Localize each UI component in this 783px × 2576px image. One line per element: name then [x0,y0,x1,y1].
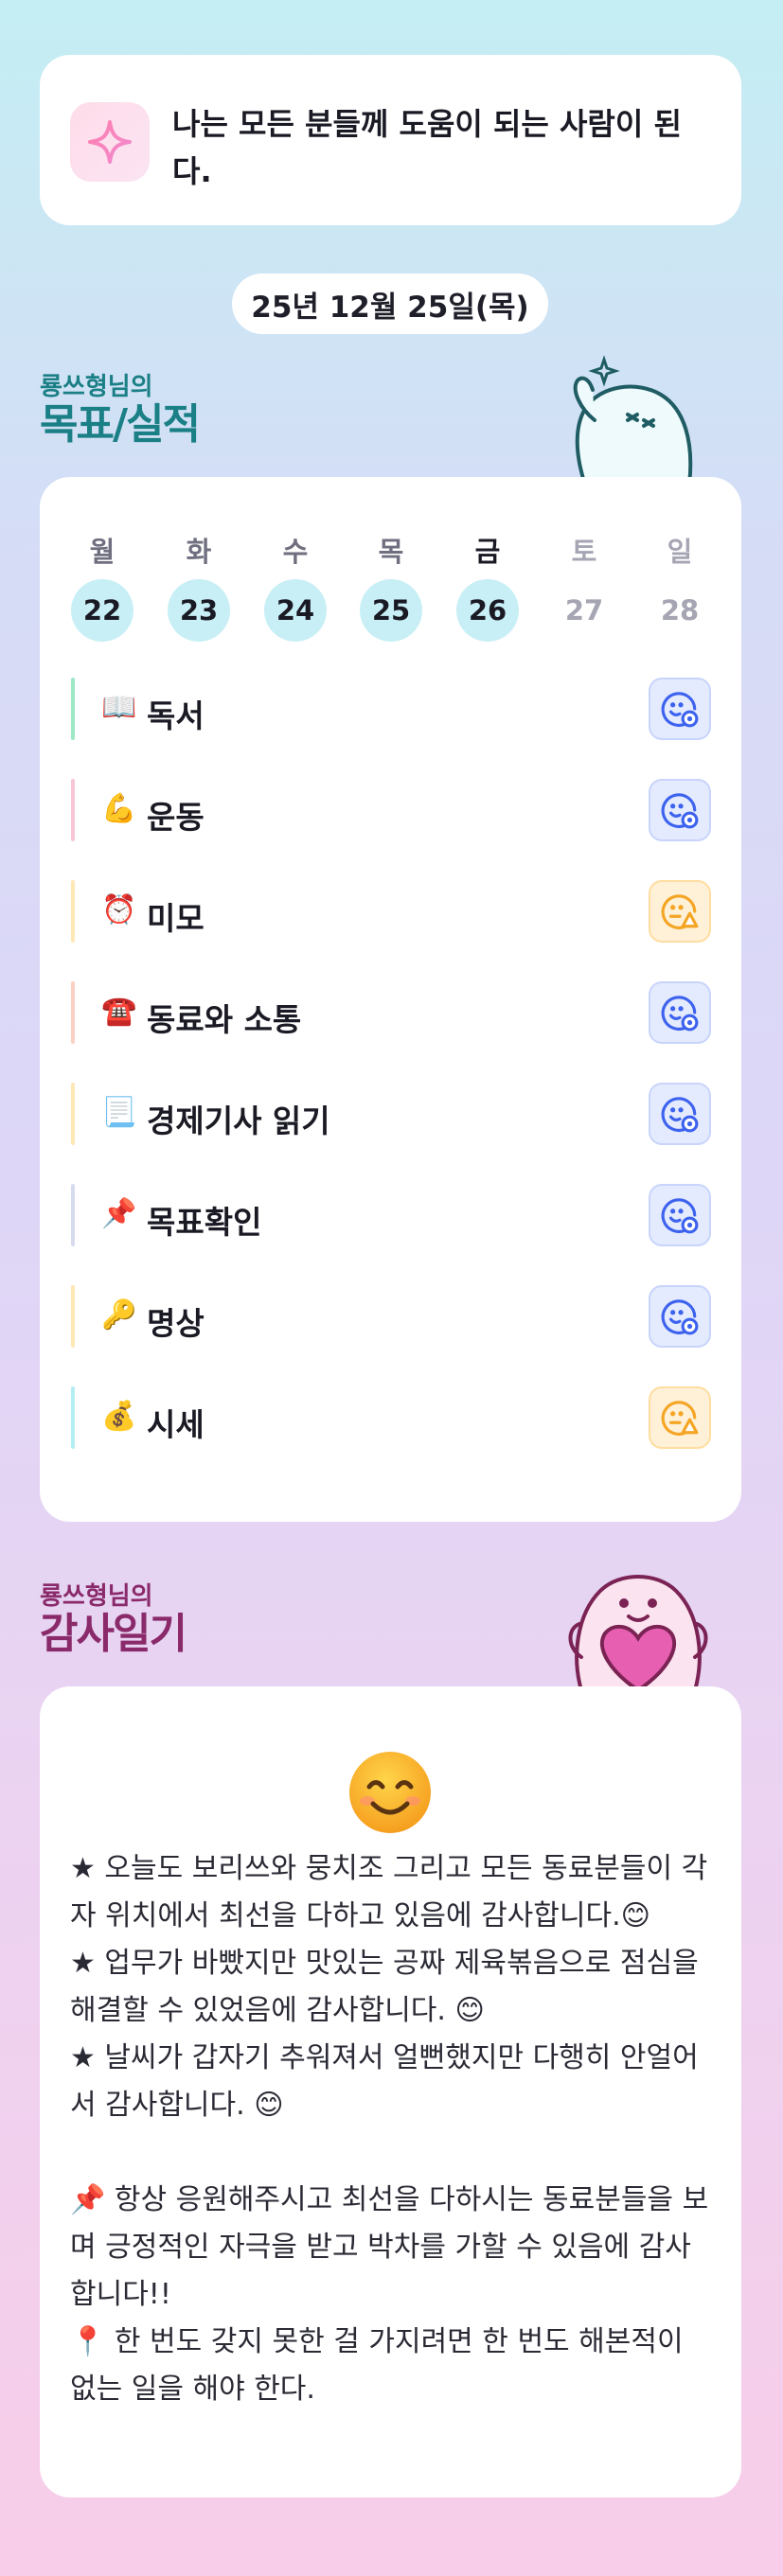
goal-color-bar [71,678,75,740]
gratitude-section-title: 감사일기 [40,1610,187,1658]
motto-card: 나는 모든 분들께 도움이 되는 사람이 된다. [40,55,741,225]
goal-emoji-icon: ⏰ [101,893,137,926]
goal-row[interactable]: 📌 목표확인 [71,1184,711,1260]
goal-emoji-icon: 📃 [101,1096,137,1129]
weekday-label: 화 [186,536,212,568]
goal-name: 미모 [147,900,205,937]
goal-color-bar [71,1083,75,1145]
goal-row[interactable]: ☎️ 동료와 소통 [71,981,711,1057]
status-warning-face-icon[interactable] [649,880,711,943]
day-number-button[interactable]: 26 [456,579,519,642]
day-number-button[interactable]: 25 [360,579,422,642]
ghost-mascot-icon [573,355,693,485]
heart-mascot-icon [568,1575,708,1690]
weekday-label: 토 [571,536,597,568]
goal-emoji-icon: 💰 [101,1400,137,1433]
weekday-label: 금 [474,536,501,568]
goal-name: 운동 [147,799,205,836]
status-done-face-icon[interactable] [649,1184,711,1246]
day-number-button[interactable]: 22 [71,579,133,642]
goals-card: 월 22 화 23 수 24 목 25 금 26 토 27 일 28 📖 독서 💪 운동 ⏰ 미모 ☎️ 동료와 소통 📃… [40,477,741,1522]
goal-name: 시세 [147,1406,205,1443]
goal-emoji-icon: ☎️ [101,995,137,1028]
goal-color-bar [71,880,75,943]
goal-row[interactable]: 📃 경제기사 읽기 [71,1083,711,1158]
weekday-label: 일 [667,536,693,568]
status-done-face-icon[interactable] [649,981,711,1044]
goal-row[interactable]: 💰 시세 [71,1386,711,1462]
goal-color-bar [71,779,75,841]
date-selector[interactable]: 25년 12월 25일(목) [232,273,548,334]
status-done-face-icon[interactable] [649,1083,711,1145]
goal-emoji-icon: 💪 [101,792,137,825]
day-number-button[interactable]: 24 [264,579,327,642]
status-done-face-icon[interactable] [649,779,711,841]
goal-name: 독서 [147,697,205,734]
goal-row[interactable]: 📖 독서 [71,678,711,753]
goal-row[interactable]: 🔑 명상 [71,1285,711,1361]
gratitude-card: ★ 오늘도 보리쓰와 뭉치조 그리고 모든 동료분들이 각자 위치에서 최선을 … [40,1686,741,2497]
goal-name: 동료와 소통 [147,1001,302,1038]
goal-row[interactable]: 💪 운동 [71,779,711,855]
day-number-button[interactable]: 23 [168,579,230,642]
weekday-label: 목 [378,536,404,568]
goal-name: 명상 [147,1305,205,1342]
goal-name: 목표확인 [147,1204,262,1241]
goal-color-bar [71,1184,75,1246]
goal-name: 경제기사 읽기 [147,1103,330,1139]
smiling-face-icon [349,1752,431,1833]
goals-section-title: 목표/실적 [40,400,201,449]
goal-color-bar [71,1386,75,1449]
status-warning-face-icon[interactable] [649,1386,711,1449]
gratitude-body: ★ 오늘도 보리쓰와 뭉치조 그리고 모든 동료분들이 각자 위치에서 최선을 … [70,1852,709,2406]
day-number-button[interactable]: 28 [649,579,711,642]
weekday-label: 수 [282,536,309,568]
sparkle-icon [70,102,150,182]
goal-row[interactable]: ⏰ 미모 [71,880,711,956]
goal-emoji-icon: 🔑 [101,1298,137,1332]
weekday-label: 월 [89,536,116,568]
goal-color-bar [71,1285,75,1348]
goal-color-bar [71,981,75,1044]
goal-emoji-icon: 📌 [101,1197,137,1230]
motto-text: 나는 모든 분들께 도움이 되는 사람이 된다. [172,106,682,189]
status-done-face-icon[interactable] [649,678,711,740]
goal-emoji-icon: 📖 [101,691,137,724]
status-done-face-icon[interactable] [649,1285,711,1348]
day-number-button[interactable]: 27 [553,579,615,642]
